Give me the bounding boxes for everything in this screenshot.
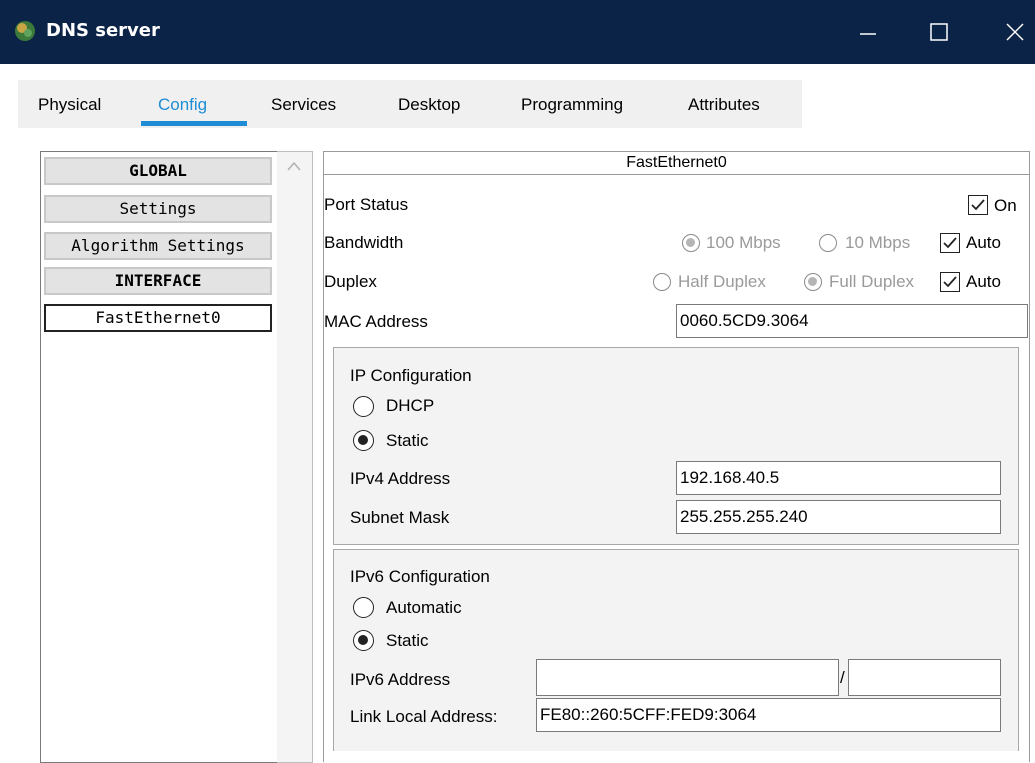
mac-address-label: MAC Address — [324, 312, 428, 331]
app-icon — [15, 21, 35, 41]
subnet-mask-field[interactable] — [676, 500, 1001, 534]
panel-title: FastEthernet0 — [324, 152, 1029, 175]
link-local-label: Link Local Address: — [350, 707, 498, 726]
nav-header-global: GLOBAL — [44, 157, 272, 185]
full-duplex-label: Full Duplex — [829, 272, 915, 291]
nav-item-fastethernet0[interactable]: FastEthernet0 — [44, 304, 272, 332]
duplex-label: Duplex — [324, 272, 377, 291]
bandwidth-auto-checkbox[interactable] — [940, 233, 960, 253]
tab-physical[interactable]: Physical — [38, 95, 101, 115]
ip-config-heading: IP Configuration — [350, 366, 472, 385]
ipv4-address-field[interactable] — [676, 461, 1001, 495]
bandwidth-100-label: 100 Mbps — [706, 233, 781, 252]
bandwidth-auto-label: Auto — [966, 233, 1001, 252]
config-nav-list: GLOBAL Settings Algorithm Settings INTER… — [40, 151, 278, 763]
half-duplex-radio[interactable] — [653, 273, 671, 291]
ipv6-address-label: IPv6 Address — [350, 670, 451, 689]
mac-address-field[interactable] — [676, 304, 1028, 338]
active-tab-indicator — [141, 121, 247, 126]
ipv6-static-radio[interactable] — [353, 630, 374, 651]
nav-header-interface: INTERFACE — [44, 267, 272, 295]
ipv6-config-heading: IPv6 Configuration — [350, 567, 490, 586]
minimize-icon[interactable] — [848, 12, 888, 52]
bandwidth-10-label: 10 Mbps — [845, 233, 911, 252]
checkmark-icon — [943, 276, 957, 288]
nav-scrollbar[interactable] — [277, 151, 313, 763]
dhcp-label: DHCP — [386, 396, 435, 415]
port-status-on-label: On — [994, 196, 1017, 215]
nav-item-settings[interactable]: Settings — [44, 195, 272, 223]
port-status-checkbox[interactable] — [968, 195, 988, 215]
bandwidth-10-radio[interactable] — [819, 234, 837, 252]
tab-desktop[interactable]: Desktop — [398, 95, 460, 115]
port-status-label: Port Status — [324, 195, 409, 214]
ipv6-prefix-field[interactable] — [848, 659, 1001, 696]
duplex-auto-checkbox[interactable] — [940, 272, 960, 292]
bandwidth-100-radio[interactable] — [682, 234, 700, 252]
ipv4-address-label: IPv4 Address — [350, 469, 451, 488]
close-icon[interactable] — [995, 12, 1035, 52]
maximize-icon[interactable] — [918, 12, 958, 52]
subnet-mask-label: Subnet Mask — [350, 508, 450, 527]
ipv4-static-label: Static — [386, 431, 429, 450]
tab-attributes[interactable]: Attributes — [688, 95, 760, 115]
ipv6-automatic-label: Automatic — [386, 598, 462, 617]
link-local-address-field[interactable] — [536, 698, 1001, 732]
ipv6-static-label: Static — [386, 631, 429, 650]
full-duplex-radio[interactable] — [804, 273, 822, 291]
ipv6-prefix-separator: / — [840, 668, 845, 687]
ipv4-static-radio[interactable] — [353, 430, 374, 451]
title-bar: DNS server — [0, 0, 1035, 64]
dhcp-radio[interactable] — [353, 396, 374, 417]
bandwidth-label: Bandwidth — [324, 233, 404, 252]
half-duplex-label: Half Duplex — [678, 272, 766, 291]
tab-config[interactable]: Config — [158, 95, 207, 115]
tab-programming[interactable]: Programming — [521, 95, 623, 115]
tab-services[interactable]: Services — [271, 95, 336, 115]
scroll-up-icon[interactable] — [286, 160, 302, 172]
duplex-auto-label: Auto — [966, 272, 1001, 291]
window-title: DNS server — [46, 20, 160, 41]
ipv6-automatic-radio[interactable] — [353, 597, 374, 618]
nav-item-algorithm-settings[interactable]: Algorithm Settings — [44, 232, 272, 260]
ipv6-address-field[interactable] — [536, 659, 839, 696]
checkmark-icon — [943, 237, 957, 249]
checkmark-icon — [971, 199, 985, 211]
